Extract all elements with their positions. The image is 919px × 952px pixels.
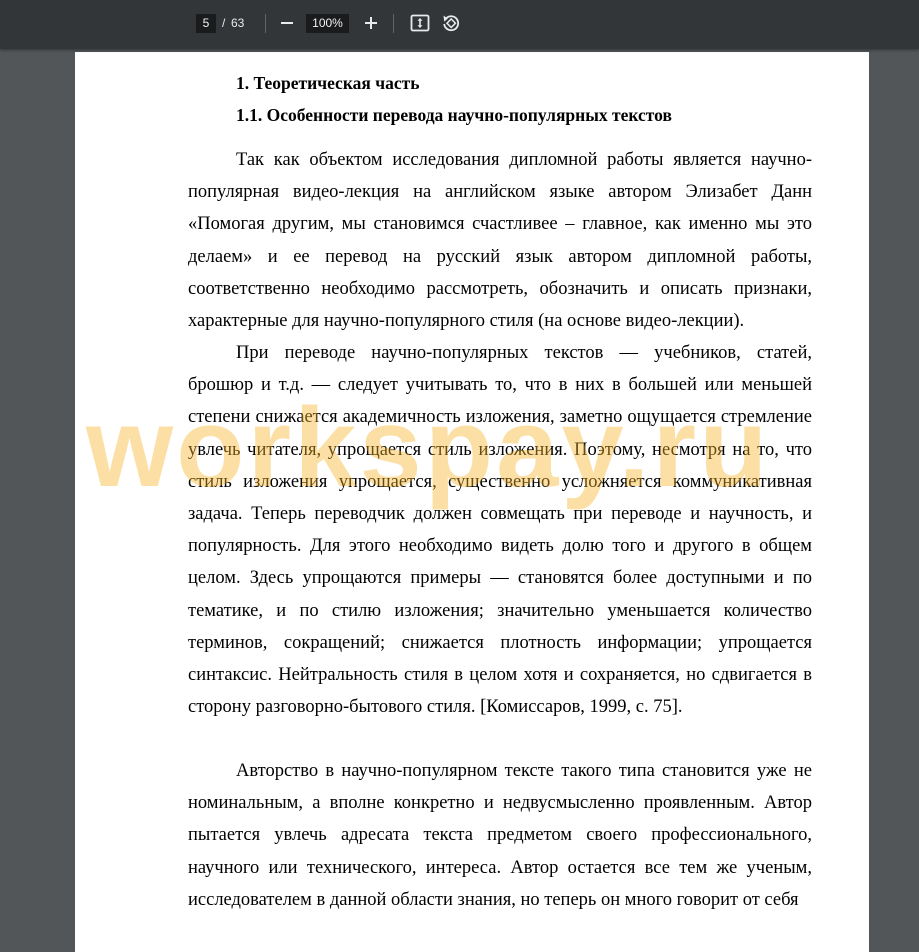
- plus-icon: [365, 17, 377, 29]
- paragraph: Авторство в научно-популярном тексте так…: [188, 755, 812, 916]
- paragraph-text: Авторство в научно-популярном тексте так…: [188, 761, 812, 910]
- subsection-heading: 1.1. Особенности перевода научно-популяр…: [236, 105, 672, 125]
- paragraph-text: Так как объектом исследования дипломной …: [188, 150, 812, 332]
- pdf-toolbar: 5 / 63 100%: [0, 0, 919, 49]
- page-number-input[interactable]: 5: [196, 14, 216, 33]
- paragraph: Так как объектом исследования дипломной …: [188, 144, 812, 337]
- page-separator: /: [222, 16, 226, 30]
- toolbar-divider: [265, 14, 266, 33]
- fit-page-icon: [410, 14, 430, 32]
- document-page: 1. Теоретическая часть 1.1. Особенности …: [75, 52, 869, 952]
- fit-page-button[interactable]: [409, 12, 431, 34]
- paragraph: При переводе научно-популярных текстов —…: [188, 337, 812, 723]
- rotate-icon: [443, 15, 460, 32]
- rotate-button[interactable]: [440, 12, 462, 34]
- zoom-in-button[interactable]: [360, 12, 382, 34]
- minus-icon: [281, 22, 293, 24]
- section-heading: 1. Теоретическая часть: [236, 73, 420, 93]
- zoom-out-button[interactable]: [276, 12, 298, 34]
- paragraph-text: При переводе научно-популярных текстов —…: [188, 343, 812, 718]
- zoom-level-input[interactable]: 100%: [306, 14, 349, 33]
- page-total: 63: [231, 16, 245, 30]
- toolbar-divider: [393, 14, 394, 33]
